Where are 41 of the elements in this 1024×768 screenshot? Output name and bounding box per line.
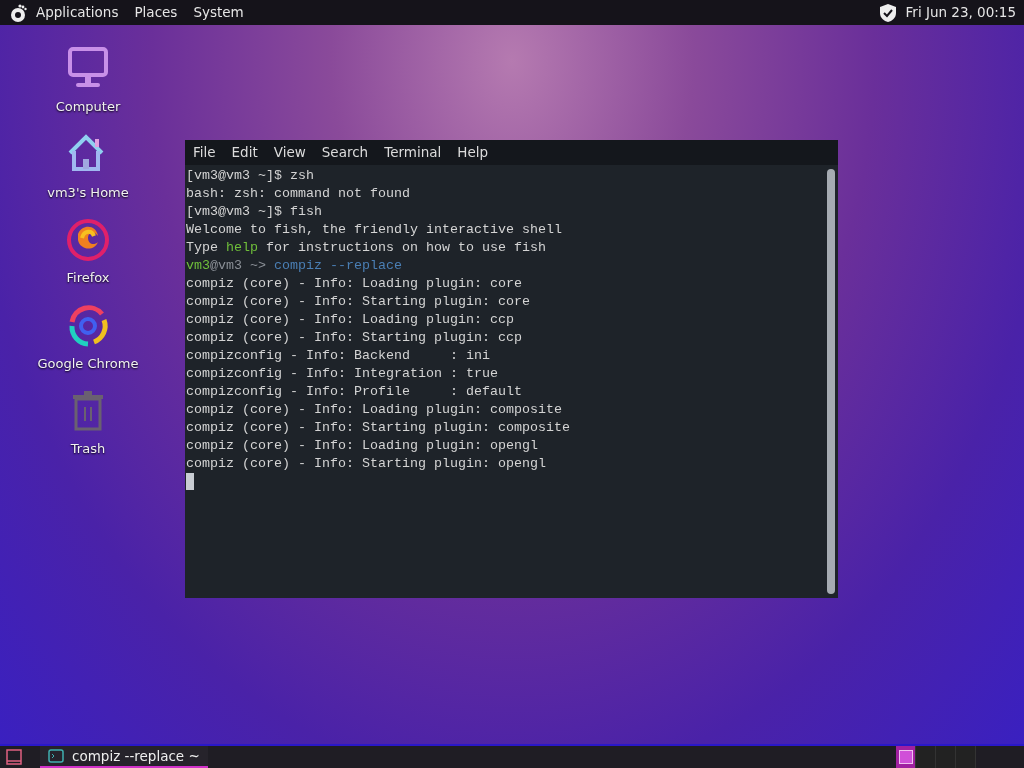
terminal-line: compizconfig - Info: Integration : true [186, 366, 498, 381]
terminal-line: compiz (core) - Info: Loading plugin: composite [186, 402, 562, 417]
icon-label[interactable]: Computer [55, 97, 121, 117]
menu-item[interactable]: Help [457, 142, 489, 163]
terminal-line: vm3@vm3 ~> compiz --replace [186, 258, 402, 273]
terminal-line: compiz (core) - Info: Starting plugin: ccp [186, 330, 522, 345]
firefox-icon[interactable] [64, 216, 112, 264]
terminal-line: compiz (core) - Info: Loading plugin: core [186, 276, 522, 291]
terminal-line: compizconfig - Info: Profile : default [186, 384, 522, 399]
menu-item[interactable]: Search [321, 142, 369, 163]
terminal-line: [vm3@vm3 ~]$ fish [186, 204, 322, 219]
icon-label[interactable]: Google Chrome [37, 353, 139, 373]
shield-icon[interactable] [877, 2, 898, 23]
panel-menu[interactable]: Applications [36, 2, 119, 23]
text-cursor [186, 473, 194, 490]
workspace-button[interactable] [896, 746, 916, 768]
menu-item[interactable]: Terminal [384, 142, 442, 163]
icon-label[interactable]: vm3's Home [47, 182, 129, 202]
menu-item[interactable]: Edit [231, 142, 258, 163]
terminal-line: Type help for instructions on how to use fish [186, 240, 546, 255]
clock[interactable]: Fri Jun 23, 00:15 [905, 2, 1016, 23]
terminal-line: compiz (core) - Info: Loading plugin: opengl [186, 438, 538, 453]
scrollbar[interactable] [827, 169, 835, 594]
terminal-line: compiz (core) - Info: Starting plugin: opengl [186, 456, 546, 471]
terminal-line: compizconfig - Info: Backend : ini [186, 348, 490, 363]
terminal-line: compiz (core) - Info: Starting plugin: composite [186, 420, 570, 435]
menu-item[interactable]: File [193, 142, 216, 163]
terminal-line: compiz (core) - Info: Starting plugin: core [186, 294, 530, 309]
terminal-line: compiz (core) - Info: Loading plugin: ccp [186, 312, 514, 327]
terminal-icon [48, 749, 64, 763]
terminal-line: bash: zsh: command not found [186, 186, 410, 201]
panel-menu[interactable]: System [193, 2, 244, 23]
foot-logo-icon[interactable] [8, 2, 28, 23]
icon-label[interactable]: Firefox [66, 268, 110, 288]
show-desktop-icon[interactable] [4, 747, 24, 767]
task-button[interactable]: compiz --replace ~ [40, 746, 208, 768]
panel-menu[interactable]: Places [134, 2, 178, 23]
terminal-line: [vm3@vm3 ~]$ zsh [186, 168, 314, 183]
icon-label[interactable]: Trash [70, 439, 106, 459]
menu-item[interactable]: View [273, 142, 306, 163]
terminal-line: Welcome to fish, the friendly interactive shell [186, 222, 562, 237]
